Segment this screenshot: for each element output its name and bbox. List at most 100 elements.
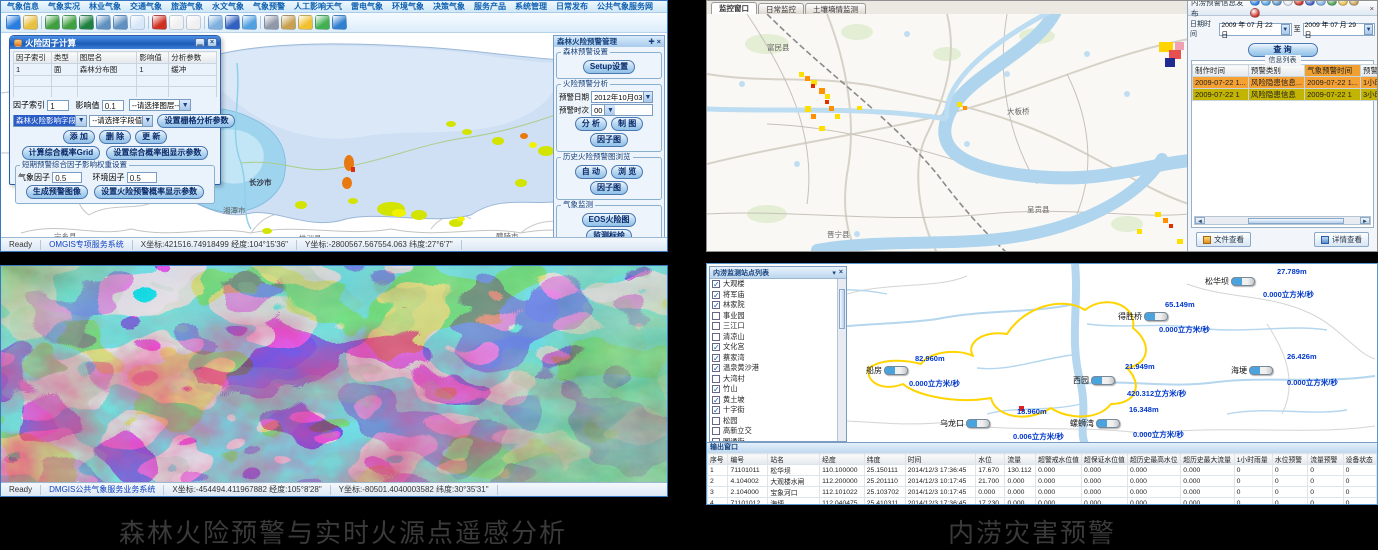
- button-因子图[interactable]: 因子图: [590, 133, 628, 147]
- value-select[interactable]: --请选择字段值--▼: [89, 115, 153, 127]
- warn-time-value[interactable]: 00: [592, 106, 604, 115]
- checkbox[interactable]: ✓: [712, 406, 720, 414]
- system-link[interactable]: OMGIS专项服务系统: [41, 240, 133, 250]
- column-header[interactable]: 水位预警: [1272, 454, 1307, 465]
- layer-item-11[interactable]: ✓黄土坡: [710, 395, 837, 406]
- pan-icon[interactable]: [1283, 0, 1293, 6]
- layer-item-8[interactable]: ✓温泉黄沙港: [710, 363, 837, 374]
- layer-item-4[interactable]: 三江口: [710, 321, 837, 332]
- zoom-window-icon[interactable]: [96, 15, 111, 30]
- button-自动[interactable]: 自 动: [575, 165, 607, 179]
- fire-map-canvas[interactable]: 岳阳县平江县长沙市宁乡县湘潭市株洲县醴陵市 火险因子计算 ▁ × 因子索引类型图…: [1, 33, 667, 237]
- menu-item-5[interactable]: 水文气象: [212, 1, 244, 12]
- station-marker-螺蛳湾[interactable]: [1096, 419, 1120, 428]
- zoom-out-icon[interactable]: [62, 15, 77, 30]
- menu-item-8[interactable]: 雷电气象: [351, 1, 383, 12]
- station-marker-西园[interactable]: [1091, 376, 1115, 385]
- column-header[interactable]: 纬度: [864, 454, 905, 465]
- weather-factor-input[interactable]: 0.5: [52, 172, 82, 183]
- set-display-button[interactable]: 设置综合概率图显示参数: [106, 146, 208, 160]
- checkbox[interactable]: ✓: [712, 354, 720, 362]
- zoom-out-icon[interactable]: [1272, 0, 1282, 6]
- button-更新[interactable]: 更 新: [135, 130, 167, 144]
- pin-icon[interactable]: ✚: [648, 37, 654, 46]
- menu-item-0[interactable]: 气象信息: [7, 1, 39, 12]
- button-删除[interactable]: 删 除: [99, 130, 131, 144]
- menu-item-12[interactable]: 系统管理: [515, 1, 547, 12]
- layer-item-13[interactable]: 松园: [710, 416, 837, 427]
- monitor-map-canvas[interactable]: 富民县大板桥呈贡县晋宁县: [707, 14, 1187, 251]
- zoom-prev-icon[interactable]: [113, 15, 128, 30]
- layer-scrollbar[interactable]: [837, 279, 846, 441]
- menu-item-10[interactable]: 决策气象: [433, 1, 465, 12]
- column-header[interactable]: 影响值: [137, 52, 169, 64]
- flood-map-canvas[interactable]: 松华坝27.789m0.000立方米/秒得胜桥65.149m0.000立方米/秒…: [707, 264, 1377, 444]
- menu-item-2[interactable]: 林业气象: [89, 1, 121, 12]
- button-Setup设置[interactable]: Setup设置: [583, 60, 635, 74]
- close-icon[interactable]: ×: [657, 37, 661, 46]
- menu-item-14[interactable]: 公共气象服务网: [597, 1, 653, 12]
- layer-item-7[interactable]: ✓蔡家湾: [710, 353, 837, 364]
- checkbox[interactable]: ✓: [712, 396, 720, 404]
- menu-item-11[interactable]: 服务产品: [474, 1, 506, 12]
- column-header[interactable]: 经度: [820, 454, 865, 465]
- column-header[interactable]: 制作时间: [1193, 65, 1249, 77]
- fire-dialog-titlebar[interactable]: 火险因子计算 ▁ ×: [10, 36, 220, 49]
- checkbox[interactable]: [712, 375, 720, 383]
- checkbox[interactable]: [712, 427, 720, 435]
- table-row[interactable]: 24.104002大观楼水闸112.20000025.2011102014/12…: [708, 476, 1377, 487]
- identify-icon[interactable]: [1316, 0, 1326, 6]
- checkbox[interactable]: [712, 312, 720, 320]
- menu-item-4[interactable]: 旅游气象: [171, 1, 203, 12]
- button-制图[interactable]: 制 图: [611, 117, 643, 131]
- measure-icon[interactable]: [23, 15, 38, 30]
- button-浏览[interactable]: 浏 览: [611, 165, 643, 179]
- detail-view-button[interactable]: 详情查看: [1314, 232, 1369, 247]
- menu-item-7[interactable]: 人工影响天气: [294, 1, 342, 12]
- button-分析[interactable]: 分 析: [575, 117, 607, 131]
- field-select[interactable]: 森林火险影响字段 ▼: [13, 115, 87, 127]
- menu-item-13[interactable]: 日常发布: [556, 1, 588, 12]
- mail-icon[interactable]: [1338, 0, 1348, 6]
- table-row[interactable]: 471101012海埂112.04047525.4103112014/12/3 …: [708, 498, 1377, 505]
- minimize-button[interactable]: ▁: [195, 38, 205, 47]
- checkbox[interactable]: ✓: [712, 364, 720, 372]
- layer-item-14[interactable]: 高新立交: [710, 426, 837, 437]
- column-header[interactable]: 预警类别: [1248, 65, 1304, 77]
- select-arrow-icon[interactable]: [79, 15, 94, 30]
- date-from-picker[interactable]: 2009 年 07 月 22 日▼: [1219, 23, 1291, 36]
- export-icon[interactable]: [281, 15, 296, 30]
- delete-red-icon[interactable]: [152, 15, 167, 30]
- layer-item-12[interactable]: ✓十字街: [710, 405, 837, 416]
- column-header[interactable]: 流量: [1005, 454, 1036, 465]
- tab-2[interactable]: 土壤墒情监测: [805, 3, 866, 14]
- layer-item-5[interactable]: 清凉山: [710, 332, 837, 343]
- column-header[interactable]: 因子索引: [14, 52, 52, 64]
- save-icon[interactable]: [1305, 0, 1315, 6]
- station-marker-海埂[interactable]: [1249, 366, 1273, 375]
- column-header[interactable]: 超历史最高水位: [1127, 454, 1180, 465]
- zoom-in-icon[interactable]: [45, 15, 60, 30]
- page-icon[interactable]: [186, 15, 201, 30]
- full-extent-icon[interactable]: [225, 15, 240, 30]
- column-header[interactable]: 超警戒水位值: [1036, 454, 1082, 465]
- close-button[interactable]: ×: [207, 38, 217, 47]
- column-header[interactable]: 1小时雨量: [1234, 454, 1272, 465]
- close-icon[interactable]: ×: [839, 269, 843, 276]
- layer-item-9[interactable]: 大湾村: [710, 374, 837, 385]
- station-marker-乌龙口[interactable]: [966, 419, 990, 428]
- print-icon[interactable]: [264, 15, 279, 30]
- menu-item-9[interactable]: 环境气象: [392, 1, 424, 12]
- column-header[interactable]: 编号: [728, 454, 768, 465]
- checkbox[interactable]: ✓: [712, 343, 720, 351]
- probability-display-button[interactable]: 设置火险预警概率显示参数: [94, 185, 204, 199]
- layer-item-1[interactable]: ✓将军庙: [710, 290, 837, 301]
- date-to-picker[interactable]: 2009 年 07 月 29 日▼: [1303, 23, 1375, 36]
- checkbox[interactable]: ✓: [712, 301, 720, 309]
- factor-index-input[interactable]: 1: [47, 100, 69, 111]
- close-icon[interactable]: ×: [1370, 4, 1374, 13]
- table-row[interactable]: 2009-07-22 1...风险隐患信息...2009-07-22 1...1…: [1193, 77, 1378, 89]
- zoom-in-icon[interactable]: [1261, 0, 1271, 6]
- flag-icon[interactable]: [298, 15, 313, 30]
- checkbox[interactable]: [712, 438, 720, 441]
